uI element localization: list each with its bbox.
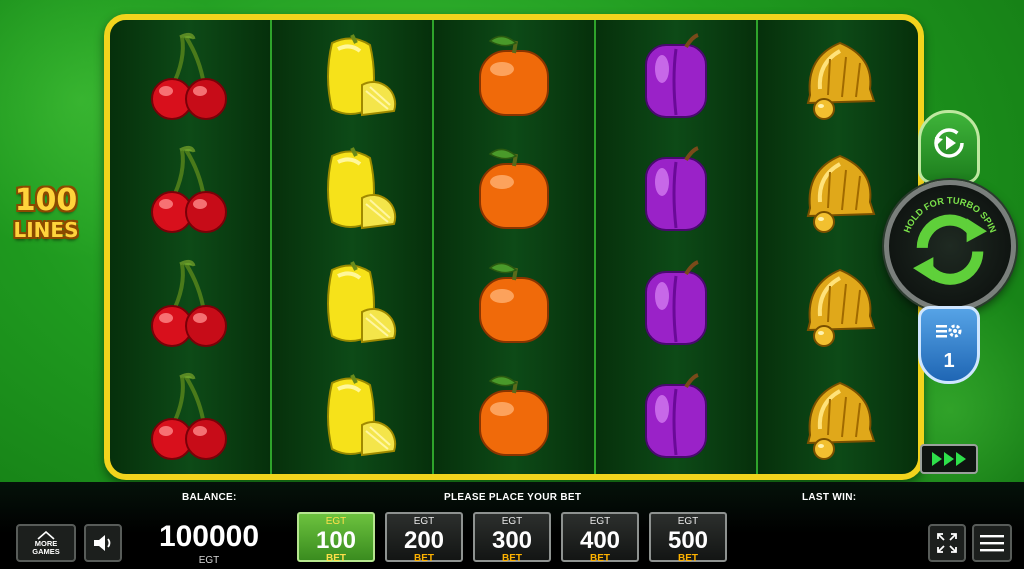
bell-icon: [788, 27, 888, 127]
cherry-icon: [140, 27, 240, 127]
bet-label: BET: [590, 553, 610, 564]
turbo-button[interactable]: [920, 444, 978, 474]
hamburger-icon: [980, 535, 1004, 552]
reel-2: [272, 20, 434, 474]
bet-currency: EGT: [589, 516, 611, 527]
bet-value: 400: [579, 527, 621, 554]
lemon-icon: [302, 140, 402, 240]
cherry-icon: [140, 254, 240, 354]
autoplay-icon: [934, 128, 964, 158]
spin-button[interactable]: HOLD FOR TURBO SPIN: [884, 180, 1016, 312]
reel-4: [596, 20, 758, 474]
speaker-icon: [94, 535, 111, 551]
plum-icon: [626, 367, 726, 467]
play-arrow-icon: [956, 452, 966, 466]
bet-prompt: PLEASE PLACE YOUR BET: [444, 492, 582, 503]
cherry-icon: [140, 367, 240, 467]
orange-icon: [464, 254, 564, 354]
bet-value: 200: [403, 527, 445, 554]
orange-icon: [464, 27, 564, 127]
bet-button-400[interactable]: EGT 400 BET: [561, 512, 639, 564]
bet-currency: EGT: [325, 516, 347, 527]
last-win-label: LAST WIN:: [802, 492, 857, 503]
orange-icon: [464, 367, 564, 467]
lemon-icon: [302, 254, 402, 354]
lines-number: 100: [14, 183, 78, 218]
bet-value: 500: [667, 527, 709, 554]
bell-icon: [788, 140, 888, 240]
plum-icon: [626, 140, 726, 240]
more-games-button[interactable]: MORE GAMES: [16, 524, 76, 562]
reel-3: [434, 20, 596, 474]
lines-indicator: 100 LINES: [6, 183, 86, 242]
plum-icon: [626, 27, 726, 127]
play-arrow-icon: [932, 452, 942, 466]
spin-arrows-icon: HOLD FOR TURBO SPIN: [902, 195, 998, 285]
bet-currency: EGT: [501, 516, 523, 527]
bet-label: BET: [414, 553, 434, 564]
sound-button[interactable]: [84, 524, 122, 562]
play-arrow-icon: [944, 452, 954, 466]
bet-label: BET: [678, 553, 698, 564]
lines-value: 1: [943, 350, 955, 372]
menu-button[interactable]: [972, 524, 1012, 562]
bet-button-500[interactable]: EGT 500 BET: [649, 512, 727, 564]
lemon-icon: [302, 367, 402, 467]
bet-currency: EGT: [677, 516, 699, 527]
plum-icon: [626, 254, 726, 354]
bell-icon: [788, 367, 888, 467]
bet-label: BET: [502, 553, 522, 564]
cherry-icon: [140, 140, 240, 240]
autoplay-button[interactable]: [918, 110, 980, 184]
bet-label: BET: [326, 553, 346, 564]
fullscreen-icon: [937, 533, 957, 553]
reel-1: [110, 20, 272, 474]
more-games-line2: GAMES: [32, 546, 60, 556]
lines-word: LINES: [13, 218, 79, 242]
balance-currency: EGT: [198, 555, 220, 566]
balance-label: BALANCE:: [182, 492, 237, 503]
lines-settings-icon: [936, 324, 962, 338]
bet-value: 100: [315, 527, 357, 554]
reel-frame: [104, 14, 924, 480]
balance-value: 100000: [158, 520, 260, 553]
reels: [110, 20, 918, 474]
bell-icon: [788, 254, 888, 354]
bet-button-300[interactable]: EGT 300 BET: [473, 512, 551, 564]
lines-settings-button[interactable]: 1: [918, 306, 980, 384]
fullscreen-button[interactable]: [928, 524, 966, 562]
bet-button-200[interactable]: EGT 200 BET: [385, 512, 463, 564]
bet-button-100[interactable]: EGT 100 BET: [297, 512, 375, 564]
lemon-icon: [302, 27, 402, 127]
bet-currency: EGT: [413, 516, 435, 527]
bet-value: 300: [491, 527, 533, 554]
orange-icon: [464, 140, 564, 240]
